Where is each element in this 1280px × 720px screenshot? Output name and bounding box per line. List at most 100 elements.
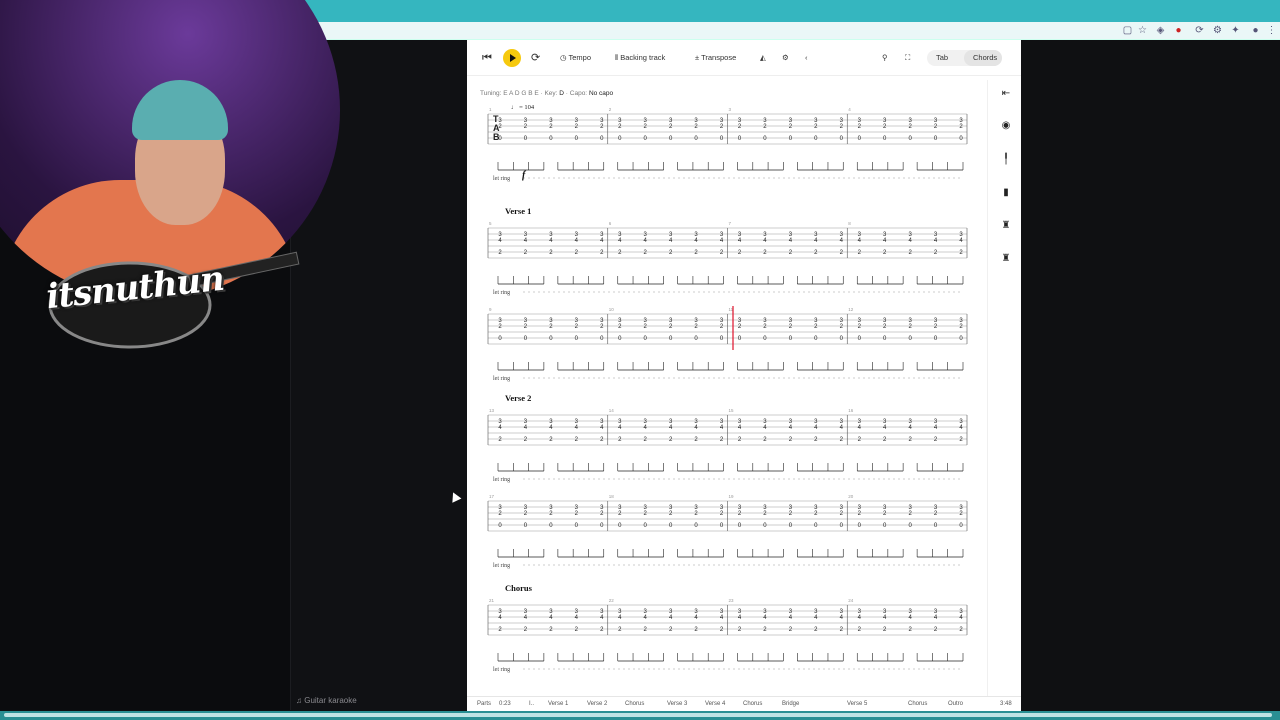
- collapse-panel-icon[interactable]: ⇤: [1000, 88, 1012, 100]
- fret-number: 2: [814, 124, 818, 130]
- timeline-marker[interactable]: I..: [529, 701, 534, 707]
- fret-number: 0: [840, 336, 844, 342]
- guitar-track-icon[interactable]: ╿: [1000, 154, 1012, 166]
- bass-track-icon[interactable]: ▮: [1000, 187, 1012, 199]
- timeline-marker[interactable]: Verse 2: [587, 701, 607, 707]
- fret-number: 2: [524, 627, 528, 633]
- fret-number: 2: [524, 437, 528, 443]
- measure-number: 7: [729, 221, 732, 226]
- capo-label: Capo:: [569, 90, 588, 97]
- fret-number: 0: [524, 523, 528, 529]
- tab-view-button[interactable]: Tab: [936, 50, 948, 66]
- measure-number: 15: [729, 408, 735, 413]
- timeline-marker[interactable]: Verse 5: [847, 701, 867, 707]
- menu-icon[interactable]: ⋮: [1266, 25, 1277, 36]
- collapse-chevron-icon[interactable]: ‹: [805, 50, 808, 66]
- chords-view-button[interactable]: Chords: [973, 50, 997, 66]
- measure-number: 24: [848, 598, 854, 603]
- puzzle-icon[interactable]: ◈: [1155, 25, 1166, 36]
- volume-icon[interactable]: ◉: [1000, 120, 1012, 132]
- tuning-label: Tuning:: [480, 90, 502, 97]
- measure-number: 5: [489, 221, 492, 226]
- settings-dot-icon[interactable]: ⚙: [782, 50, 789, 66]
- fret-number: 2: [669, 324, 673, 330]
- fret-number: 2: [763, 250, 767, 256]
- fret-number: 0: [498, 523, 502, 529]
- section-title: Chorus: [505, 583, 533, 593]
- fret-number: 2: [498, 437, 502, 443]
- measure-number: 10: [609, 307, 615, 312]
- fret-number: 2: [618, 250, 622, 256]
- record-icon[interactable]: ●: [1173, 25, 1184, 36]
- guitar-karaoke-link[interactable]: ♫ Guitar karaoke: [296, 696, 357, 705]
- fret-number: 0: [720, 136, 724, 142]
- fret-number: 4: [524, 238, 528, 244]
- sync-icon[interactable]: ⟳: [1194, 25, 1205, 36]
- fret-number: 4: [644, 615, 648, 621]
- fret-number: 2: [575, 627, 579, 633]
- zoom-icon[interactable]: ⚲: [882, 50, 888, 66]
- timeline-marker[interactable]: Verse 1: [548, 701, 568, 707]
- play-button[interactable]: [503, 49, 521, 67]
- backing-track-button[interactable]: ⫴ Backing track: [615, 50, 665, 66]
- fret-number: 2: [959, 627, 963, 633]
- fret-number: 2: [669, 511, 673, 517]
- fret-number: 2: [789, 324, 793, 330]
- extensions-icon[interactable]: ✦: [1230, 25, 1241, 36]
- parts-timeline[interactable]: Parts 0:23 3:48 I.. Verse 1 Verse 2 Chorus V…: [467, 696, 1021, 711]
- fret-number: 2: [600, 627, 604, 633]
- fret-number: 2: [549, 511, 553, 517]
- fret-number: 2: [720, 511, 724, 517]
- scrollbar-thumb[interactable]: [4, 713, 1272, 717]
- fret-number: 2: [524, 324, 528, 330]
- fret-number: 2: [694, 511, 698, 517]
- fret-number: 0: [814, 523, 818, 529]
- fret-number: 0: [694, 336, 698, 342]
- fret-number: 0: [669, 523, 673, 529]
- vocals-track-icon[interactable]: ♜: [1000, 253, 1012, 265]
- metronome-icon[interactable]: ◭: [760, 50, 766, 66]
- skip-back-icon[interactable]: ⏮: [482, 50, 492, 66]
- webcam-person-beanie: [132, 80, 228, 140]
- fret-number: 2: [738, 250, 742, 256]
- extension-icon[interactable]: ▢: [1122, 25, 1133, 36]
- key-value: D: [559, 90, 564, 97]
- section-title: Intro: [505, 100, 524, 102]
- fret-number: 0: [763, 336, 767, 342]
- measure-number: 9: [489, 307, 492, 312]
- tempo-button[interactable]: ◷ Tempo: [560, 50, 591, 66]
- profile-avatar[interactable]: ●: [1250, 25, 1261, 36]
- fret-number: 0: [789, 336, 793, 342]
- tempo-mark: ♩ = 104: [511, 104, 535, 111]
- fret-number: 4: [549, 425, 553, 431]
- fret-number: 2: [694, 627, 698, 633]
- fret-number: 0: [738, 523, 742, 529]
- timeline-marker[interactable]: Verse 4: [705, 701, 725, 707]
- fullscreen-icon[interactable]: ⛶: [905, 50, 910, 66]
- fret-number: 2: [549, 437, 553, 443]
- loop-icon[interactable]: ⟳: [531, 50, 540, 66]
- star-icon[interactable]: ☆: [1137, 25, 1148, 36]
- fret-number: 2: [549, 124, 553, 130]
- fret-number: 2: [524, 124, 528, 130]
- fret-number: 0: [908, 336, 912, 342]
- fret-number: 4: [575, 425, 579, 431]
- timeline-marker[interactable]: Chorus: [743, 701, 762, 707]
- timeline-marker[interactable]: Bridge: [782, 701, 799, 707]
- fret-number: 2: [600, 511, 604, 517]
- fret-number: 2: [814, 437, 818, 443]
- fret-number: 4: [618, 238, 622, 244]
- settings-icon[interactable]: ⚙: [1212, 25, 1223, 36]
- transpose-button[interactable]: ± Transpose: [695, 50, 736, 66]
- timeline-marker[interactable]: Verse 3: [667, 701, 687, 707]
- measure-number: 22: [609, 598, 615, 603]
- tab-score[interactable]: 1320320320320320232032032032032033203203…: [467, 100, 987, 696]
- fret-number: 0: [738, 136, 742, 142]
- fret-number: 0: [883, 336, 887, 342]
- timeline-marker[interactable]: Outro: [948, 701, 963, 707]
- drums-track-icon[interactable]: ♜: [1000, 220, 1012, 232]
- fret-number: 2: [840, 324, 844, 330]
- timeline-marker[interactable]: Chorus: [908, 701, 927, 707]
- fret-number: 2: [600, 124, 604, 130]
- timeline-marker[interactable]: Chorus: [625, 701, 644, 707]
